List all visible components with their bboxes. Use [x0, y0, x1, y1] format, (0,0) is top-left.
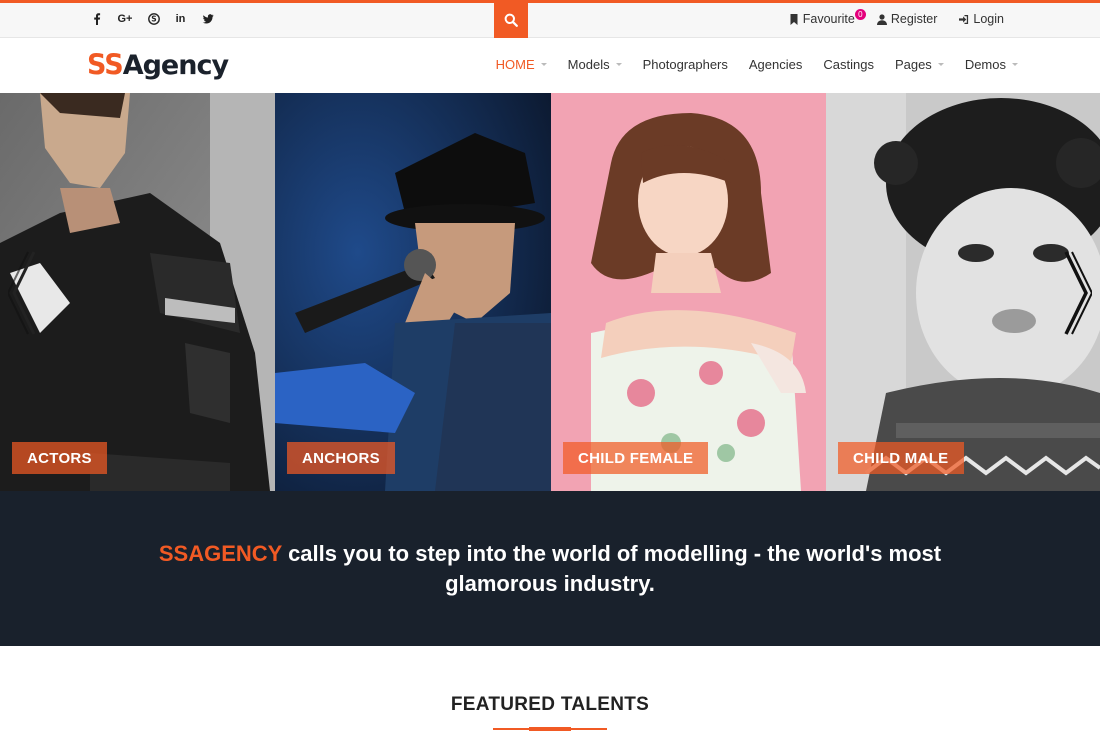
chevron-down-icon: [540, 63, 547, 66]
slide-actors[interactable]: ACTORS: [0, 93, 275, 491]
category-label[interactable]: CHILD FEMALE: [563, 442, 709, 474]
account-links: Favourite 0 Register Login: [789, 9, 1004, 26]
slide-anchors[interactable]: ANCHORS: [275, 93, 551, 491]
featured-section: FEATURED TALENTS: [0, 646, 1100, 740]
slider-prev-arrow[interactable]: [6, 248, 38, 338]
nav-item-demos[interactable]: Demos: [965, 57, 1018, 72]
nav-item-agencies[interactable]: Agencies: [749, 57, 802, 72]
tagline-band: SSAGENCY calls you to step into the worl…: [0, 491, 1100, 646]
favourite-count-badge: 0: [854, 9, 866, 20]
nav-item-pages[interactable]: Pages: [895, 57, 944, 72]
category-label[interactable]: ACTORS: [12, 442, 107, 474]
chevron-down-icon: [615, 63, 622, 66]
slider-next-arrow[interactable]: [1062, 248, 1094, 338]
slide-child-male[interactable]: CHILD MALE: [826, 93, 1100, 491]
tagline-brand: SSAGENCY: [158, 540, 282, 566]
main-header: SS Agency HOME Models Photographers Agen…: [0, 38, 1100, 93]
bookmark-icon: [790, 13, 798, 25]
tagline-body: calls you to step into the world of mode…: [281, 540, 942, 596]
top-bar: G+ S in Favourite 0 Register Login: [0, 0, 1100, 39]
nav-label: Pages: [894, 57, 932, 72]
svg-text:S: S: [151, 14, 156, 23]
sign-in-icon: [959, 14, 969, 24]
logo-part-ss: SS: [87, 49, 124, 82]
nav-label: Photographers: [642, 57, 728, 72]
nav-label: Models: [567, 57, 610, 72]
google-plus-icon[interactable]: G+: [117, 11, 133, 26]
nav-item-home[interactable]: HOME: [496, 57, 547, 72]
linkedin-icon[interactable]: in: [174, 11, 187, 26]
nav-label: Agencies: [748, 57, 803, 72]
child-male-photo: [826, 93, 1100, 491]
nav-item-castings[interactable]: Castings: [823, 57, 874, 72]
favourite-link[interactable]: Favourite 0: [789, 9, 866, 26]
category-label[interactable]: ANCHORS: [287, 442, 395, 474]
social-links: G+ S in: [90, 11, 214, 26]
favourite-label: Favourite: [802, 12, 855, 26]
child-female-photo: [551, 93, 826, 491]
title-underline-accent: [529, 727, 571, 731]
register-label: Register: [890, 12, 938, 26]
anchor-photo: [275, 93, 551, 491]
logo-part-agency: Agency: [122, 50, 229, 81]
actor-photo: [0, 93, 275, 491]
featured-title: FEATURED TALENTS: [450, 694, 650, 715]
slide-child-female[interactable]: CHILD FEMALE: [551, 93, 826, 491]
main-nav: HOME Models Photographers Agencies Casti…: [475, 57, 1018, 72]
login-link[interactable]: Login: [959, 12, 1004, 26]
twitter-icon[interactable]: [201, 11, 214, 26]
login-label: Login: [973, 12, 1004, 26]
site-logo[interactable]: SS Agency: [87, 49, 229, 82]
nav-label: Castings: [823, 57, 874, 72]
nav-label: HOME: [495, 57, 535, 72]
category-label[interactable]: CHILD MALE: [838, 442, 964, 474]
chevron-down-icon: [937, 63, 944, 66]
chevron-right-icon: [1064, 251, 1094, 335]
nav-item-photographers[interactable]: Photographers: [643, 57, 728, 72]
chevron-left-icon: [6, 251, 36, 335]
skype-icon[interactable]: S: [147, 11, 160, 26]
chevron-down-icon: [1012, 63, 1018, 66]
register-link[interactable]: Register: [876, 12, 938, 26]
tagline-text: SSAGENCY calls you to step into the worl…: [100, 539, 1000, 599]
user-icon: [876, 13, 887, 25]
nav-label: Demos: [964, 57, 1006, 72]
search-button[interactable]: [494, 0, 528, 39]
nav-item-models[interactable]: Models: [568, 57, 622, 72]
category-slider: ACTORS ANCHORS CHILD FEMALE CHILD MALE: [0, 93, 1100, 491]
search-icon: [504, 13, 518, 27]
facebook-icon[interactable]: [90, 11, 103, 26]
